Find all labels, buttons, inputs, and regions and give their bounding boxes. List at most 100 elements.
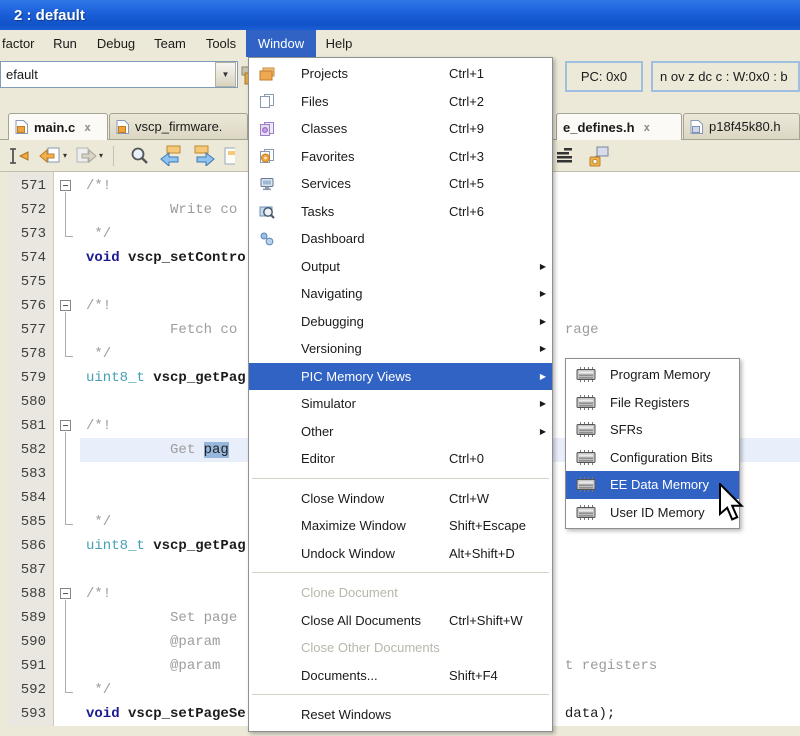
submenu-arrow-icon: ▶ (540, 262, 546, 271)
line-number[interactable]: 583 (8, 462, 53, 486)
menu-item-label: Output (301, 259, 340, 274)
record-macro-icon[interactable] (587, 146, 611, 167)
menubar-item-tools[interactable]: Tools (196, 30, 246, 57)
menu-item-configuration-bits[interactable]: Configuration Bits (566, 444, 739, 472)
line-number[interactable]: 593 (8, 702, 53, 726)
line-number[interactable]: 591 (8, 654, 53, 678)
tab-close-icon[interactable]: x (644, 121, 651, 134)
line-number[interactable]: 589 (8, 606, 53, 630)
menu-item-label: Navigating (301, 286, 362, 301)
line-number[interactable]: 580 (8, 390, 53, 414)
menu-item-file-registers[interactable]: File Registers (566, 389, 739, 417)
menu-item-label: Editor (301, 451, 335, 466)
menu-item-close-window[interactable]: Close WindowCtrl+W (249, 485, 552, 513)
line-number[interactable]: 572 (8, 198, 53, 222)
menubar-item-window[interactable]: Window (246, 30, 316, 57)
line-number[interactable]: 575 (8, 270, 53, 294)
menubar-item-run[interactable]: Run (44, 30, 86, 57)
menu-icon-space (259, 450, 281, 468)
configuration-combo-value: efault (1, 67, 214, 82)
tab-vscp-firmware[interactable]: vscp_firmware. (109, 113, 248, 139)
configuration-combo[interactable]: efault ▼ (0, 61, 238, 88)
line-number[interactable]: 590 (8, 630, 53, 654)
submenu-arrow-icon: ▶ (540, 317, 546, 326)
menu-item-close-all-documents[interactable]: Close All DocumentsCtrl+Shift+W (249, 607, 552, 635)
menu-icon-space (259, 517, 281, 535)
line-number[interactable]: 574 (8, 246, 53, 270)
line-number[interactable]: 582 (8, 438, 53, 462)
menu-shortcut: Ctrl+Shift+W (449, 613, 523, 628)
menu-item-files[interactable]: FilesCtrl+2 (249, 88, 552, 116)
flags-status-text: n ov z dc c : W:0x0 : b (660, 69, 788, 84)
fold-mid-icon (53, 438, 80, 462)
forward-icon[interactable] (74, 146, 98, 166)
back-icon[interactable] (38, 146, 62, 166)
menu-item-simulator[interactable]: Simulator▶ (249, 390, 552, 418)
previous-occurrence-icon[interactable] (158, 145, 184, 166)
line-number[interactable]: 588 (8, 582, 53, 606)
menubar-item-help[interactable]: Help (316, 30, 362, 57)
fold-start-icon[interactable] (53, 582, 80, 606)
line-number[interactable]: 581 (8, 414, 53, 438)
menubar-item-factor[interactable]: factor (0, 30, 44, 57)
menu-item-label: Favorites (301, 149, 354, 164)
last-edit-position-icon[interactable] (7, 146, 31, 166)
menu-item-other[interactable]: Other▶ (249, 418, 552, 446)
menu-item-tasks[interactable]: TasksCtrl+6 (249, 198, 552, 226)
menu-item-program-memory[interactable]: Program Memory (566, 361, 739, 389)
fold-column (53, 270, 80, 294)
fold-start-icon[interactable] (53, 174, 80, 198)
menu-item-dashboard[interactable]: Dashboard (249, 225, 552, 253)
line-number[interactable]: 573 (8, 222, 53, 246)
tab-main-c[interactable]: main.cx (8, 113, 108, 140)
fold-start-icon[interactable] (53, 294, 80, 318)
tab-e-defines-h[interactable]: e_defines.hx (556, 113, 682, 140)
submenu-arrow-icon: ▶ (540, 344, 546, 353)
c-file-icon (116, 119, 130, 135)
fold-start-icon[interactable] (53, 414, 80, 438)
menu-item-reset-windows[interactable]: Reset Windows (249, 701, 552, 729)
line-number[interactable]: 592 (8, 678, 53, 702)
menu-item-versioning[interactable]: Versioning▶ (249, 335, 552, 363)
menu-shortcut: Ctrl+9 (449, 121, 484, 136)
line-number[interactable]: 584 (8, 486, 53, 510)
line-number[interactable]: 587 (8, 558, 53, 582)
menu-item-undock-window[interactable]: Undock WindowAlt+Shift+D (249, 540, 552, 568)
menu-item-label: SFRs (610, 422, 643, 437)
line-number[interactable]: 579 (8, 366, 53, 390)
menu-item-output[interactable]: Output ▶ (249, 253, 552, 281)
menu-item-user-id-memory[interactable]: User ID Memory (566, 499, 739, 527)
tab-p18f45k80-h[interactable]: p18f45k80.h (683, 113, 800, 139)
toggle-highlight-icon[interactable] (224, 146, 235, 166)
menu-item-label: Undock Window (301, 546, 395, 561)
line-number[interactable]: 576 (8, 294, 53, 318)
menu-item-sfrs[interactable]: SFRs (566, 416, 739, 444)
menu-item-projects[interactable]: ProjectsCtrl+1 (249, 60, 552, 88)
menu-item-ee-data-memory[interactable]: EE Data Memory (566, 471, 739, 499)
combo-dropdown-arrow-icon[interactable]: ▼ (215, 62, 236, 87)
menu-item-pic-memory-views[interactable]: PIC Memory Views▶ (249, 363, 552, 391)
find-selection-icon[interactable] (129, 146, 151, 166)
menu-item-maximize-window[interactable]: Maximize WindowShift+Escape (249, 512, 552, 540)
menu-item-favorites[interactable]: FavoritesCtrl+3 (249, 143, 552, 171)
line-number[interactable]: 578 (8, 342, 53, 366)
menu-item-navigating[interactable]: Navigating▶ (249, 280, 552, 308)
line-number[interactable]: 577 (8, 318, 53, 342)
menu-item-documents[interactable]: Documents...Shift+F4 (249, 662, 552, 690)
menu-item-editor[interactable]: EditorCtrl+0 (249, 445, 552, 473)
menu-item-classes[interactable]: ClassesCtrl+9 (249, 115, 552, 143)
next-occurrence-icon[interactable] (191, 145, 217, 166)
menu-item-debugging[interactable]: Debugging▶ (249, 308, 552, 336)
forward-dropdown-caret[interactable]: ▾ (99, 151, 103, 160)
menu-item-services[interactable]: ServicesCtrl+5 (249, 170, 552, 198)
menubar-item-team[interactable]: Team (144, 30, 196, 57)
memory-chip-icon (576, 448, 598, 466)
menu-icon-space (259, 584, 281, 602)
line-number[interactable]: 586 (8, 534, 53, 558)
menubar-item-debug[interactable]: Debug (88, 30, 144, 57)
line-number[interactable]: 571 (8, 174, 53, 198)
line-number[interactable]: 585 (8, 510, 53, 534)
comment-lines-icon[interactable] (556, 147, 578, 165)
back-dropdown-caret[interactable]: ▾ (63, 151, 67, 160)
tab-close-icon[interactable]: x (84, 121, 91, 134)
